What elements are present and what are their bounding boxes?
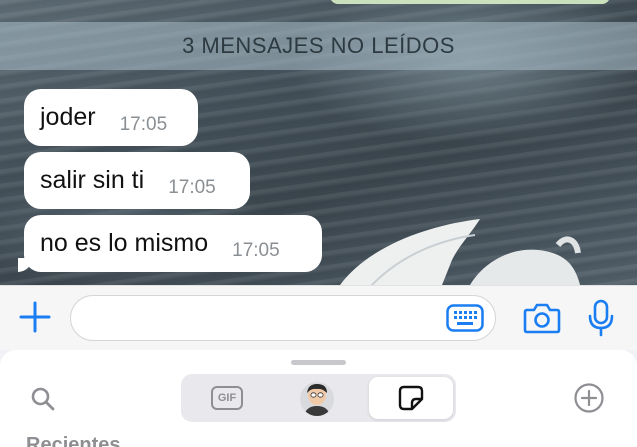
search-icon[interactable] bbox=[30, 386, 56, 412]
bubble-tail bbox=[18, 258, 32, 272]
swan-image bbox=[340, 219, 581, 285]
unread-messages-banner: 3 MENSAJES NO LEÍDOS bbox=[0, 22, 637, 70]
message-text: salir sin ti bbox=[40, 166, 145, 194]
message-text: joder bbox=[40, 103, 96, 131]
chat-background: 3 MENSAJES NO LEÍDOS joder 17:05 salir s… bbox=[0, 0, 637, 285]
tab-stickers[interactable] bbox=[369, 377, 453, 419]
message-time: 17:05 bbox=[168, 177, 216, 198]
outgoing-bubble-edge bbox=[330, 0, 610, 4]
sticker-panel: GIF Recientes bbox=[0, 350, 637, 447]
message-time: 17:05 bbox=[119, 114, 168, 135]
camera-icon[interactable] bbox=[523, 301, 561, 335]
tab-gif[interactable]: GIF bbox=[211, 386, 243, 410]
message-input[interactable] bbox=[70, 295, 496, 341]
message-bubble[interactable]: joder 17:05 bbox=[24, 89, 198, 146]
message-bubble[interactable]: no es lo mismo 17:05 bbox=[18, 215, 322, 272]
message-bubble[interactable]: salir sin ti 17:05 bbox=[24, 152, 250, 209]
microphone-icon[interactable] bbox=[588, 299, 614, 337]
add-sticker-icon[interactable] bbox=[573, 382, 605, 414]
tab-gif-label: GIF bbox=[217, 392, 237, 404]
keyboard-icon[interactable] bbox=[446, 304, 484, 332]
message-text: no es lo mismo bbox=[40, 229, 209, 257]
panel-grabber[interactable] bbox=[291, 360, 346, 365]
sticker-icon bbox=[398, 385, 424, 411]
panel-tab-selector: GIF bbox=[181, 374, 456, 422]
message-time: 17:05 bbox=[232, 240, 280, 261]
plus-icon[interactable] bbox=[18, 300, 52, 334]
section-label-recent: Recientes bbox=[26, 434, 121, 447]
avatar-icon[interactable] bbox=[300, 382, 334, 416]
unread-banner-text: 3 MENSAJES NO LEÍDOS bbox=[182, 33, 455, 58]
